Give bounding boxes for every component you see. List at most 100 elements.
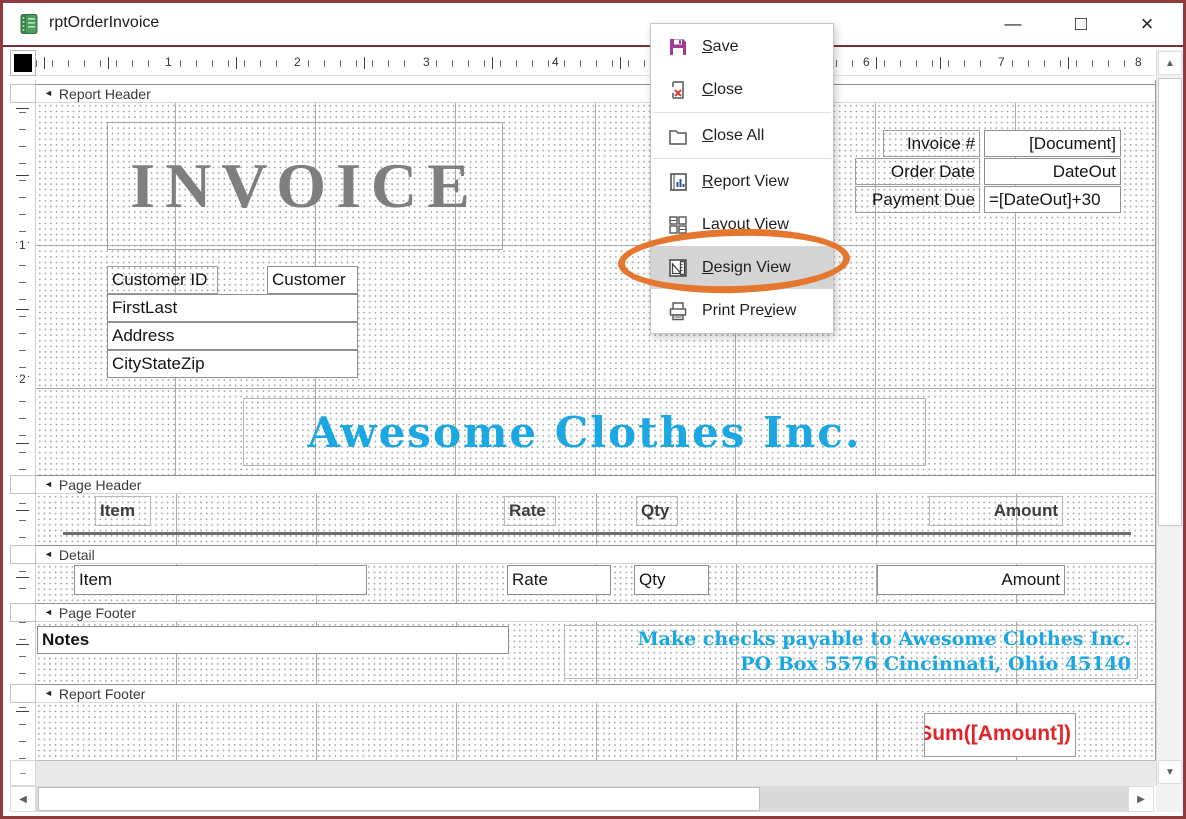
vertical-ruler: 1 2 bbox=[10, 80, 36, 760]
ruler-number: 2 bbox=[17, 370, 28, 388]
section-bar-detail[interactable]: ◄ Detail bbox=[36, 545, 1155, 564]
menu-separator bbox=[653, 112, 831, 113]
save-icon bbox=[667, 36, 689, 58]
firstlast-textbox[interactable]: FirstLast bbox=[107, 294, 358, 322]
scrollbar-corner bbox=[1156, 786, 1183, 812]
vertical-scrollbar[interactable]: ▲ ▼ bbox=[1156, 50, 1183, 786]
report-notebook-icon bbox=[18, 13, 40, 35]
section-label: Detail bbox=[59, 547, 95, 563]
sum-expression-text: =Sum([Amount]) bbox=[924, 722, 1071, 746]
customer-id-label[interactable]: Customer ID bbox=[107, 266, 218, 294]
section-bar-page-footer[interactable]: ◄ Page Footer bbox=[36, 603, 1155, 622]
section-bar-report-footer[interactable]: ◄ Report Footer bbox=[36, 684, 1155, 703]
section-bar-page-header[interactable]: ◄ Page Header bbox=[36, 475, 1155, 494]
print-preview-icon bbox=[667, 300, 689, 322]
ruler-number: 1 bbox=[17, 236, 28, 254]
payable-line-1: Make checks payable to Awesome Clothes I… bbox=[638, 627, 1131, 652]
menu-label: Print Preview bbox=[702, 302, 796, 320]
design-view-icon bbox=[667, 257, 689, 279]
report-selector-square bbox=[14, 54, 32, 72]
scroll-down-arrow[interactable]: ▼ bbox=[1158, 760, 1182, 784]
menu-label: Report View bbox=[702, 173, 789, 191]
amount-textbox[interactable]: Amount bbox=[877, 565, 1065, 595]
menu-item-layout-view[interactable]: Layout View bbox=[651, 203, 833, 246]
payable-label[interactable]: Make checks payable to Awesome Clothes I… bbox=[564, 625, 1138, 679]
ruler-number: 6 bbox=[860, 55, 873, 69]
menu-item-print-preview[interactable]: Print Preview bbox=[651, 289, 833, 332]
sum-amount-textbox[interactable]: =Sum([Amount]) bbox=[924, 713, 1076, 757]
invoice-number-textbox[interactable]: [Document] bbox=[984, 130, 1121, 157]
title-bar: rptOrderInvoice — □ × bbox=[3, 3, 1183, 45]
column-header-rate[interactable]: Rate bbox=[504, 496, 556, 526]
bottom-gray-strip bbox=[36, 760, 1156, 786]
horizontal-scrollbar[interactable] bbox=[36, 786, 1128, 812]
design-surface: ◄ Report Header INVOICE Invoice # [Docum… bbox=[36, 80, 1156, 763]
address-textbox[interactable]: Address bbox=[107, 322, 358, 350]
invoice-title-text: INVOICE bbox=[130, 149, 480, 223]
menu-item-report-view[interactable]: Report View bbox=[651, 160, 833, 203]
menu-label: Close bbox=[702, 81, 743, 99]
menu-item-save[interactable]: Save bbox=[651, 25, 833, 68]
header-underline[interactable] bbox=[63, 532, 1131, 535]
column-header-amount[interactable]: Amount bbox=[929, 496, 1063, 526]
payable-line-2: PO Box 5576 Cincinnati, Ohio 45140 bbox=[740, 652, 1131, 677]
close-object-icon bbox=[667, 79, 689, 101]
section-selector-report-footer[interactable] bbox=[10, 684, 36, 703]
report-selector[interactable] bbox=[10, 50, 36, 76]
minimize-button[interactable]: — bbox=[993, 7, 1033, 41]
item-textbox[interactable]: Item bbox=[74, 565, 367, 595]
section-selector-page-footer[interactable] bbox=[10, 603, 36, 622]
report-view-icon bbox=[667, 171, 689, 193]
ruler-number: 8 bbox=[1132, 55, 1145, 69]
section-selector-report-header[interactable] bbox=[10, 84, 36, 103]
qty-textbox[interactable]: Qty bbox=[634, 565, 709, 595]
section-collapse-icon: ◄ bbox=[44, 480, 53, 489]
notes-textbox[interactable]: Notes bbox=[37, 626, 509, 654]
column-header-item[interactable]: Item bbox=[95, 496, 151, 526]
menu-item-close-all[interactable]: Close All bbox=[651, 114, 833, 157]
ruler-end-tick: – bbox=[10, 760, 36, 786]
section-label: Page Footer bbox=[59, 605, 136, 621]
horizontal-scroll-thumb[interactable] bbox=[38, 787, 760, 811]
payment-due-textbox[interactable]: =[DateOut]+30 bbox=[984, 186, 1121, 213]
scroll-right-arrow[interactable]: ▶ bbox=[1128, 786, 1154, 812]
section-selector-detail[interactable] bbox=[10, 545, 36, 564]
close-button[interactable]: × bbox=[1127, 7, 1167, 41]
rate-textbox[interactable]: Rate bbox=[507, 565, 611, 595]
company-title-label[interactable]: Awesome Clothes Inc. bbox=[243, 398, 926, 466]
column-header-qty[interactable]: Qty bbox=[636, 496, 678, 526]
close-all-icon bbox=[667, 125, 689, 147]
section-collapse-icon: ◄ bbox=[44, 550, 53, 559]
ruler-number: 1 bbox=[162, 55, 175, 69]
titlebar-divider bbox=[3, 45, 1183, 47]
invoice-title-label[interactable]: INVOICE bbox=[107, 122, 503, 250]
section-collapse-icon: ◄ bbox=[44, 689, 53, 698]
invoice-number-label[interactable]: Invoice # bbox=[883, 130, 980, 157]
menu-item-design-view[interactable]: Design View bbox=[651, 246, 833, 289]
menu-label: Design View bbox=[702, 259, 791, 277]
payment-due-label[interactable]: Payment Due bbox=[855, 186, 980, 213]
customer-textbox[interactable]: Customer bbox=[267, 266, 358, 294]
maximize-button[interactable]: □ bbox=[1061, 7, 1101, 41]
horizontal-ruler: 1 2 3 4 5 6 7 8 bbox=[36, 50, 1155, 76]
scroll-up-arrow[interactable]: ▲ bbox=[1158, 51, 1182, 75]
menu-label: Layout View bbox=[702, 216, 789, 234]
menu-separator bbox=[653, 158, 831, 159]
scroll-left-arrow[interactable]: ◀ bbox=[10, 786, 36, 812]
section-selector-page-header[interactable] bbox=[10, 475, 36, 494]
section-label: Report Header bbox=[59, 86, 151, 102]
vertical-scroll-thumb[interactable] bbox=[1158, 78, 1182, 526]
view-context-menu: Save Close Close All bbox=[650, 23, 834, 334]
section-bar-report-header[interactable]: ◄ Report Header bbox=[36, 84, 1155, 103]
order-date-label[interactable]: Order Date bbox=[855, 158, 980, 185]
access-report-window: rptOrderInvoice — □ × 1 2 3 4 5 6 7 8 1 … bbox=[0, 0, 1186, 819]
menu-item-close[interactable]: Close bbox=[651, 68, 833, 111]
menu-label: Close All bbox=[702, 127, 764, 145]
section-collapse-icon: ◄ bbox=[44, 89, 53, 98]
section-label: Report Footer bbox=[59, 686, 145, 702]
ruler-number: 2 bbox=[291, 55, 304, 69]
section-label: Page Header bbox=[59, 477, 142, 493]
window-title: rptOrderInvoice bbox=[49, 14, 159, 32]
order-date-textbox[interactable]: DateOut bbox=[984, 158, 1121, 185]
citystatezip-textbox[interactable]: CityStateZip bbox=[107, 350, 358, 378]
